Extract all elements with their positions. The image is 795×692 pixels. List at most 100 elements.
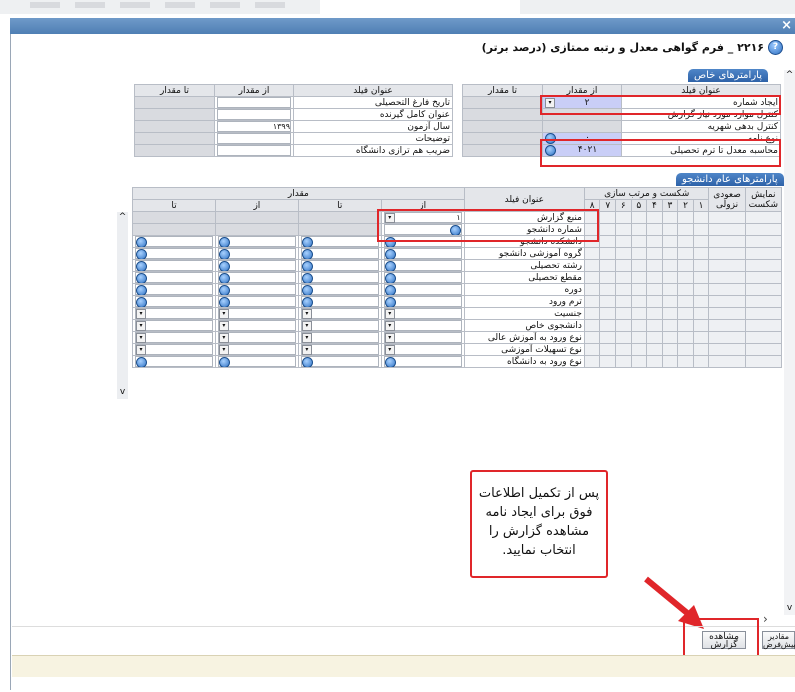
sort-checkbox[interactable] bbox=[661, 235, 679, 248]
sort-checkbox[interactable] bbox=[692, 319, 710, 332]
value-input[interactable]: ▾ bbox=[380, 307, 465, 320]
sort-checkbox[interactable] bbox=[744, 355, 782, 368]
graduation-date-input[interactable] bbox=[214, 96, 294, 109]
sort-checkbox[interactable] bbox=[599, 247, 617, 260]
sort-checkbox[interactable] bbox=[692, 295, 710, 308]
sort-checkbox[interactable] bbox=[708, 331, 746, 344]
dropdown-icon[interactable]: ▾ bbox=[136, 345, 146, 355]
lookup-icon[interactable] bbox=[218, 249, 230, 259]
sort-checkbox[interactable] bbox=[661, 211, 679, 224]
value-input[interactable]: ▾ bbox=[297, 331, 382, 344]
sort-checkbox[interactable] bbox=[599, 319, 617, 332]
university-coefficient-input[interactable] bbox=[214, 144, 294, 157]
value-input[interactable]: ▾ bbox=[132, 343, 216, 356]
sort-checkbox[interactable] bbox=[677, 259, 694, 272]
sort-checkbox[interactable] bbox=[615, 247, 632, 260]
lookup-icon[interactable] bbox=[384, 249, 396, 259]
sort-checkbox[interactable] bbox=[583, 259, 601, 272]
sort-checkbox[interactable] bbox=[583, 355, 601, 368]
sort-checkbox[interactable] bbox=[677, 343, 694, 356]
lookup-icon[interactable] bbox=[136, 285, 147, 295]
sort-checkbox[interactable] bbox=[661, 307, 679, 320]
lookup-icon[interactable] bbox=[218, 357, 230, 367]
value-input[interactable] bbox=[380, 271, 465, 284]
sort-checkbox[interactable] bbox=[630, 319, 648, 332]
lookup-icon[interactable] bbox=[301, 297, 313, 307]
description-input[interactable] bbox=[214, 132, 294, 145]
sort-checkbox[interactable] bbox=[615, 343, 632, 356]
sort-checkbox[interactable] bbox=[599, 211, 617, 224]
sort-checkbox[interactable] bbox=[599, 271, 617, 284]
value-input[interactable] bbox=[214, 271, 299, 284]
value-input[interactable] bbox=[214, 295, 299, 308]
sort-checkbox[interactable] bbox=[661, 223, 679, 236]
sort-checkbox[interactable] bbox=[692, 331, 710, 344]
value-input[interactable]: ▾ bbox=[297, 307, 382, 320]
sort-checkbox[interactable] bbox=[744, 283, 782, 296]
sort-checkbox[interactable] bbox=[708, 211, 746, 224]
value-input[interactable] bbox=[132, 247, 216, 260]
sort-checkbox[interactable] bbox=[630, 295, 648, 308]
sort-checkbox[interactable] bbox=[583, 295, 601, 308]
sort-checkbox[interactable] bbox=[615, 331, 632, 344]
sort-checkbox[interactable] bbox=[646, 271, 663, 284]
dropdown-icon[interactable]: ▾ bbox=[301, 309, 312, 319]
sort-checkbox[interactable] bbox=[599, 355, 617, 368]
sort-checkbox[interactable] bbox=[677, 235, 694, 248]
sort-checkbox[interactable] bbox=[630, 211, 648, 224]
value-input[interactable] bbox=[380, 295, 465, 308]
sort-checkbox[interactable] bbox=[677, 331, 694, 344]
value-input[interactable]: ▾ bbox=[214, 331, 299, 344]
lookup-icon[interactable] bbox=[301, 273, 313, 283]
close-button[interactable]: × bbox=[781, 18, 792, 33]
help-icon[interactable]: ? bbox=[768, 40, 783, 55]
value-input[interactable] bbox=[297, 235, 382, 248]
sort-checkbox[interactable] bbox=[677, 295, 694, 308]
value-input[interactable] bbox=[297, 271, 382, 284]
sort-checkbox[interactable] bbox=[646, 355, 663, 368]
dropdown-icon[interactable]: ▾ bbox=[384, 333, 395, 343]
value-input[interactable]: ▾ bbox=[132, 307, 216, 320]
value-input[interactable] bbox=[214, 355, 299, 368]
lookup-icon[interactable] bbox=[301, 249, 313, 259]
sort-checkbox[interactable] bbox=[661, 319, 679, 332]
sort-checkbox[interactable] bbox=[646, 259, 663, 272]
sort-checkbox[interactable] bbox=[615, 271, 632, 284]
value-input[interactable] bbox=[297, 259, 382, 272]
lookup-icon[interactable] bbox=[301, 237, 313, 247]
lookup-icon[interactable] bbox=[136, 357, 147, 367]
sort-checkbox[interactable] bbox=[744, 235, 782, 248]
dropdown-icon[interactable]: ▾ bbox=[384, 345, 395, 355]
sort-checkbox[interactable] bbox=[646, 223, 663, 236]
sort-checkbox[interactable] bbox=[583, 307, 601, 320]
sort-checkbox[interactable] bbox=[744, 307, 782, 320]
sort-checkbox[interactable] bbox=[630, 283, 648, 296]
value-input[interactable]: ▾ bbox=[214, 319, 299, 332]
sort-checkbox[interactable] bbox=[692, 343, 710, 356]
student-params-scrollbar[interactable]: ^ v bbox=[117, 212, 128, 399]
sort-checkbox[interactable] bbox=[615, 235, 632, 248]
sort-checkbox[interactable] bbox=[630, 259, 648, 272]
sort-checkbox[interactable] bbox=[661, 283, 679, 296]
sort-checkbox[interactable] bbox=[583, 271, 601, 284]
value-input[interactable]: ▾ bbox=[380, 331, 465, 344]
sort-checkbox[interactable] bbox=[661, 343, 679, 356]
sort-checkbox[interactable] bbox=[615, 295, 632, 308]
sort-checkbox[interactable] bbox=[646, 247, 663, 260]
sort-checkbox[interactable] bbox=[630, 307, 648, 320]
sort-checkbox[interactable] bbox=[708, 271, 746, 284]
value-input[interactable] bbox=[214, 283, 299, 296]
sort-checkbox[interactable] bbox=[661, 295, 679, 308]
sort-checkbox[interactable] bbox=[583, 319, 601, 332]
sort-checkbox[interactable] bbox=[708, 355, 746, 368]
lookup-icon[interactable] bbox=[218, 285, 230, 295]
sort-checkbox[interactable] bbox=[692, 307, 710, 320]
lookup-icon[interactable] bbox=[136, 249, 147, 259]
value-input[interactable]: ▾ bbox=[214, 343, 299, 356]
lookup-icon[interactable] bbox=[384, 261, 396, 271]
sort-checkbox[interactable] bbox=[677, 211, 694, 224]
value-input[interactable]: ▾ bbox=[380, 343, 465, 356]
sort-checkbox[interactable] bbox=[744, 247, 782, 260]
scroll-up-icon[interactable]: ^ bbox=[117, 212, 128, 222]
dropdown-icon[interactable]: ▾ bbox=[136, 333, 146, 343]
